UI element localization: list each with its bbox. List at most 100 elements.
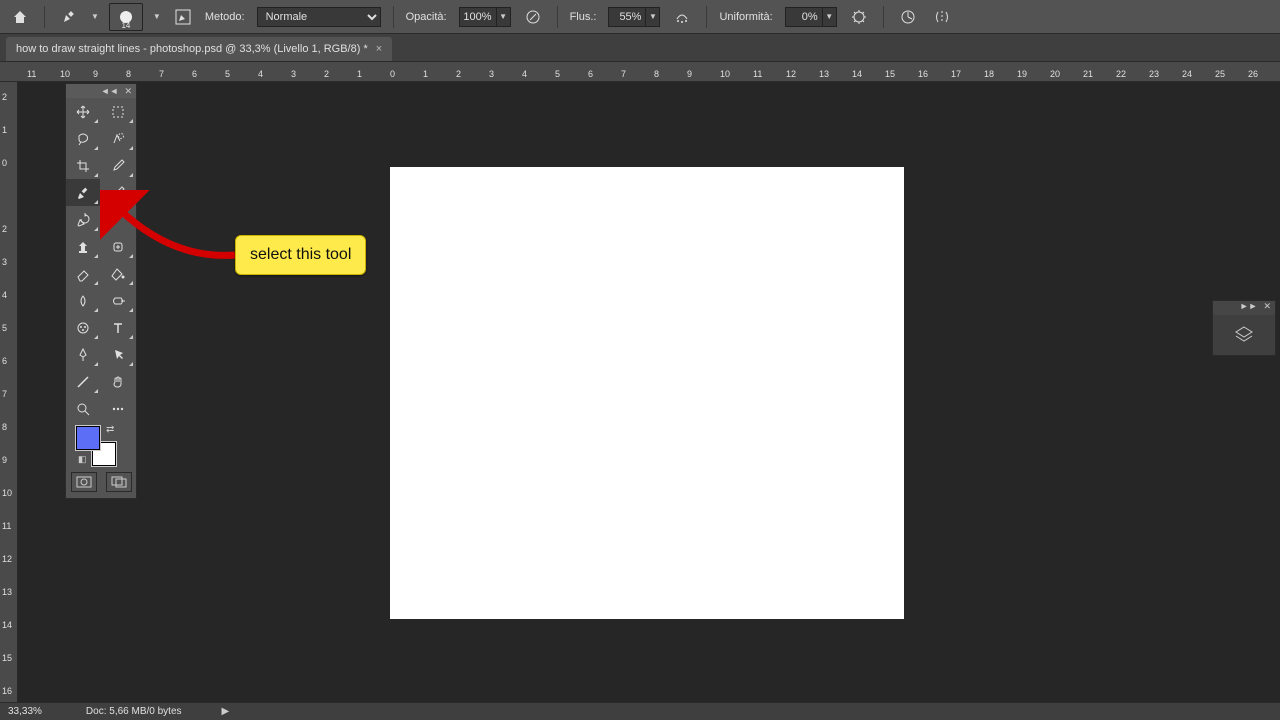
blur-tool[interactable] xyxy=(66,287,100,314)
ruler-tick-label: 3 xyxy=(489,69,494,79)
ruler-tick-label: 2 xyxy=(324,69,329,79)
quick-mask-button[interactable] xyxy=(71,472,97,492)
brush-preset-picker[interactable]: 14 xyxy=(109,3,143,31)
line-tool[interactable] xyxy=(66,368,100,395)
collapse-icon[interactable]: ◄◄ xyxy=(101,86,119,96)
ruler-tick-label: 13 xyxy=(2,587,12,597)
document-canvas[interactable] xyxy=(390,167,904,619)
zoom-tool[interactable] xyxy=(66,395,100,422)
ruler-tick-label: 0 xyxy=(2,158,7,168)
screen-mode-button[interactable] xyxy=(106,472,132,492)
tools-panel-header: ◄◄ ✕ xyxy=(66,84,136,98)
ruler-tick-label: 12 xyxy=(2,554,12,564)
chevron-down-icon[interactable]: ▼ xyxy=(91,12,99,21)
foreground-color-swatch[interactable] xyxy=(76,426,100,450)
paint-bucket-tool[interactable] xyxy=(101,260,135,287)
marquee-tool[interactable] xyxy=(101,98,135,125)
opacity-pressure-toggle[interactable] xyxy=(521,5,545,29)
eyedropper-tool[interactable] xyxy=(101,152,135,179)
separator xyxy=(393,6,394,28)
move-tool[interactable] xyxy=(66,98,100,125)
horizontal-ruler[interactable]: 1110987654321012345678910111213141516171… xyxy=(0,62,1280,82)
chevron-down-icon[interactable]: ▼ xyxy=(823,7,837,27)
document-tab-title: how to draw straight lines - photoshop.p… xyxy=(16,43,368,55)
opacity-input[interactable]: 100% xyxy=(459,7,497,27)
ruler-tick-label: 5 xyxy=(225,69,230,79)
ruler-tick-label: 4 xyxy=(522,69,527,79)
ruler-tick-label: 8 xyxy=(654,69,659,79)
layers-dock-collapsed: ►► ✕ xyxy=(1212,300,1276,356)
ruler-tick-label: 20 xyxy=(1050,69,1060,79)
separator xyxy=(883,6,884,28)
crop-tool[interactable] xyxy=(66,152,100,179)
pencil-tool[interactable] xyxy=(101,179,135,206)
brush-tool[interactable] xyxy=(66,179,100,206)
chevron-down-icon[interactable]: ▼ xyxy=(497,7,511,27)
ruler-tick-label: 6 xyxy=(2,356,7,366)
ruler-tick-label: 14 xyxy=(2,620,12,630)
ruler-tick-label: 1 xyxy=(423,69,428,79)
separator xyxy=(557,6,558,28)
ruler-tick-label: 6 xyxy=(588,69,593,79)
chevron-down-icon[interactable]: ▼ xyxy=(153,12,161,21)
healing-brush-tool[interactable] xyxy=(101,233,135,260)
more-tool[interactable] xyxy=(101,395,135,422)
chevron-down-icon[interactable]: ▼ xyxy=(646,7,660,27)
color-swatches: ⇄ ◧ xyxy=(66,422,136,468)
hand-tool[interactable] xyxy=(101,368,135,395)
close-icon[interactable]: ✕ xyxy=(1263,301,1271,315)
expand-icon[interactable]: ►► xyxy=(1240,301,1258,315)
history-brush-tool[interactable] xyxy=(66,206,100,233)
brush-size-label: 14 xyxy=(121,21,130,30)
dodge-tool[interactable] xyxy=(101,287,135,314)
blend-mode-label: Metodo: xyxy=(205,11,245,23)
angle-button[interactable] xyxy=(896,5,920,29)
ruler-tick-label: 5 xyxy=(2,323,7,333)
pen-tool[interactable] xyxy=(66,341,100,368)
ruler-tick-label: 11 xyxy=(753,69,762,79)
close-icon[interactable]: × xyxy=(376,43,382,55)
document-tab[interactable]: how to draw straight lines - photoshop.p… xyxy=(6,37,392,61)
doc-info[interactable]: Doc: 5,66 MB/0 bytes xyxy=(86,706,182,717)
chevron-right-icon[interactable]: ▶ xyxy=(222,706,230,717)
airbrush-toggle[interactable] xyxy=(670,5,694,29)
default-colors-icon[interactable]: ◧ xyxy=(78,454,87,465)
blend-mode-select[interactable]: Normale xyxy=(257,7,381,27)
lasso-tool[interactable] xyxy=(66,125,100,152)
ruler-tick-label: 7 xyxy=(159,69,164,79)
ruler-tick-label: 16 xyxy=(918,69,928,79)
close-icon[interactable]: ✕ xyxy=(124,86,132,97)
path-select-tool[interactable] xyxy=(101,341,135,368)
ruler-tick-label: 8 xyxy=(2,422,7,432)
symmetry-button[interactable] xyxy=(930,5,954,29)
zoom-level[interactable]: 33,33% xyxy=(8,706,42,717)
flow-input[interactable]: 55% xyxy=(608,7,646,27)
ruler-tick-label: 24 xyxy=(1182,69,1192,79)
callout-tooltip: select this tool xyxy=(235,235,366,275)
smoothing-options-icon[interactable] xyxy=(847,5,871,29)
smoothness-input[interactable]: 0% xyxy=(785,7,823,27)
ruler-tick-label: 1 xyxy=(357,69,362,79)
eraser-tool[interactable] xyxy=(66,260,100,287)
ruler-tick-label: 10 xyxy=(60,69,70,79)
ruler-tick-label: 2 xyxy=(2,92,7,102)
quick-select-tool[interactable] xyxy=(101,125,135,152)
ruler-tick-label: 2 xyxy=(2,224,7,234)
clone-stamp-tool[interactable] xyxy=(66,233,100,260)
home-button[interactable] xyxy=(8,5,32,29)
tool-preset-icon[interactable] xyxy=(57,5,81,29)
layers-panel-button[interactable] xyxy=(1213,315,1275,355)
separator xyxy=(706,6,707,28)
tools-panel: ◄◄ ✕ ⇄ ◧ xyxy=(65,83,137,499)
brush-panel-toggle[interactable] xyxy=(171,5,195,29)
ruler-tick-label: 3 xyxy=(2,257,7,267)
ruler-tick-label: 16 xyxy=(2,686,12,696)
type-tool[interactable] xyxy=(101,314,135,341)
ruler-tick-label: 1 xyxy=(2,125,7,135)
mixer-brush-tool[interactable] xyxy=(66,314,100,341)
ruler-tick-label: 10 xyxy=(720,69,730,79)
swap-colors-icon[interactable]: ⇄ xyxy=(106,424,114,435)
vertical-ruler[interactable]: 2102345678910111213141516 xyxy=(0,82,18,702)
ruler-tick-label: 4 xyxy=(258,69,263,79)
separator xyxy=(44,6,45,28)
